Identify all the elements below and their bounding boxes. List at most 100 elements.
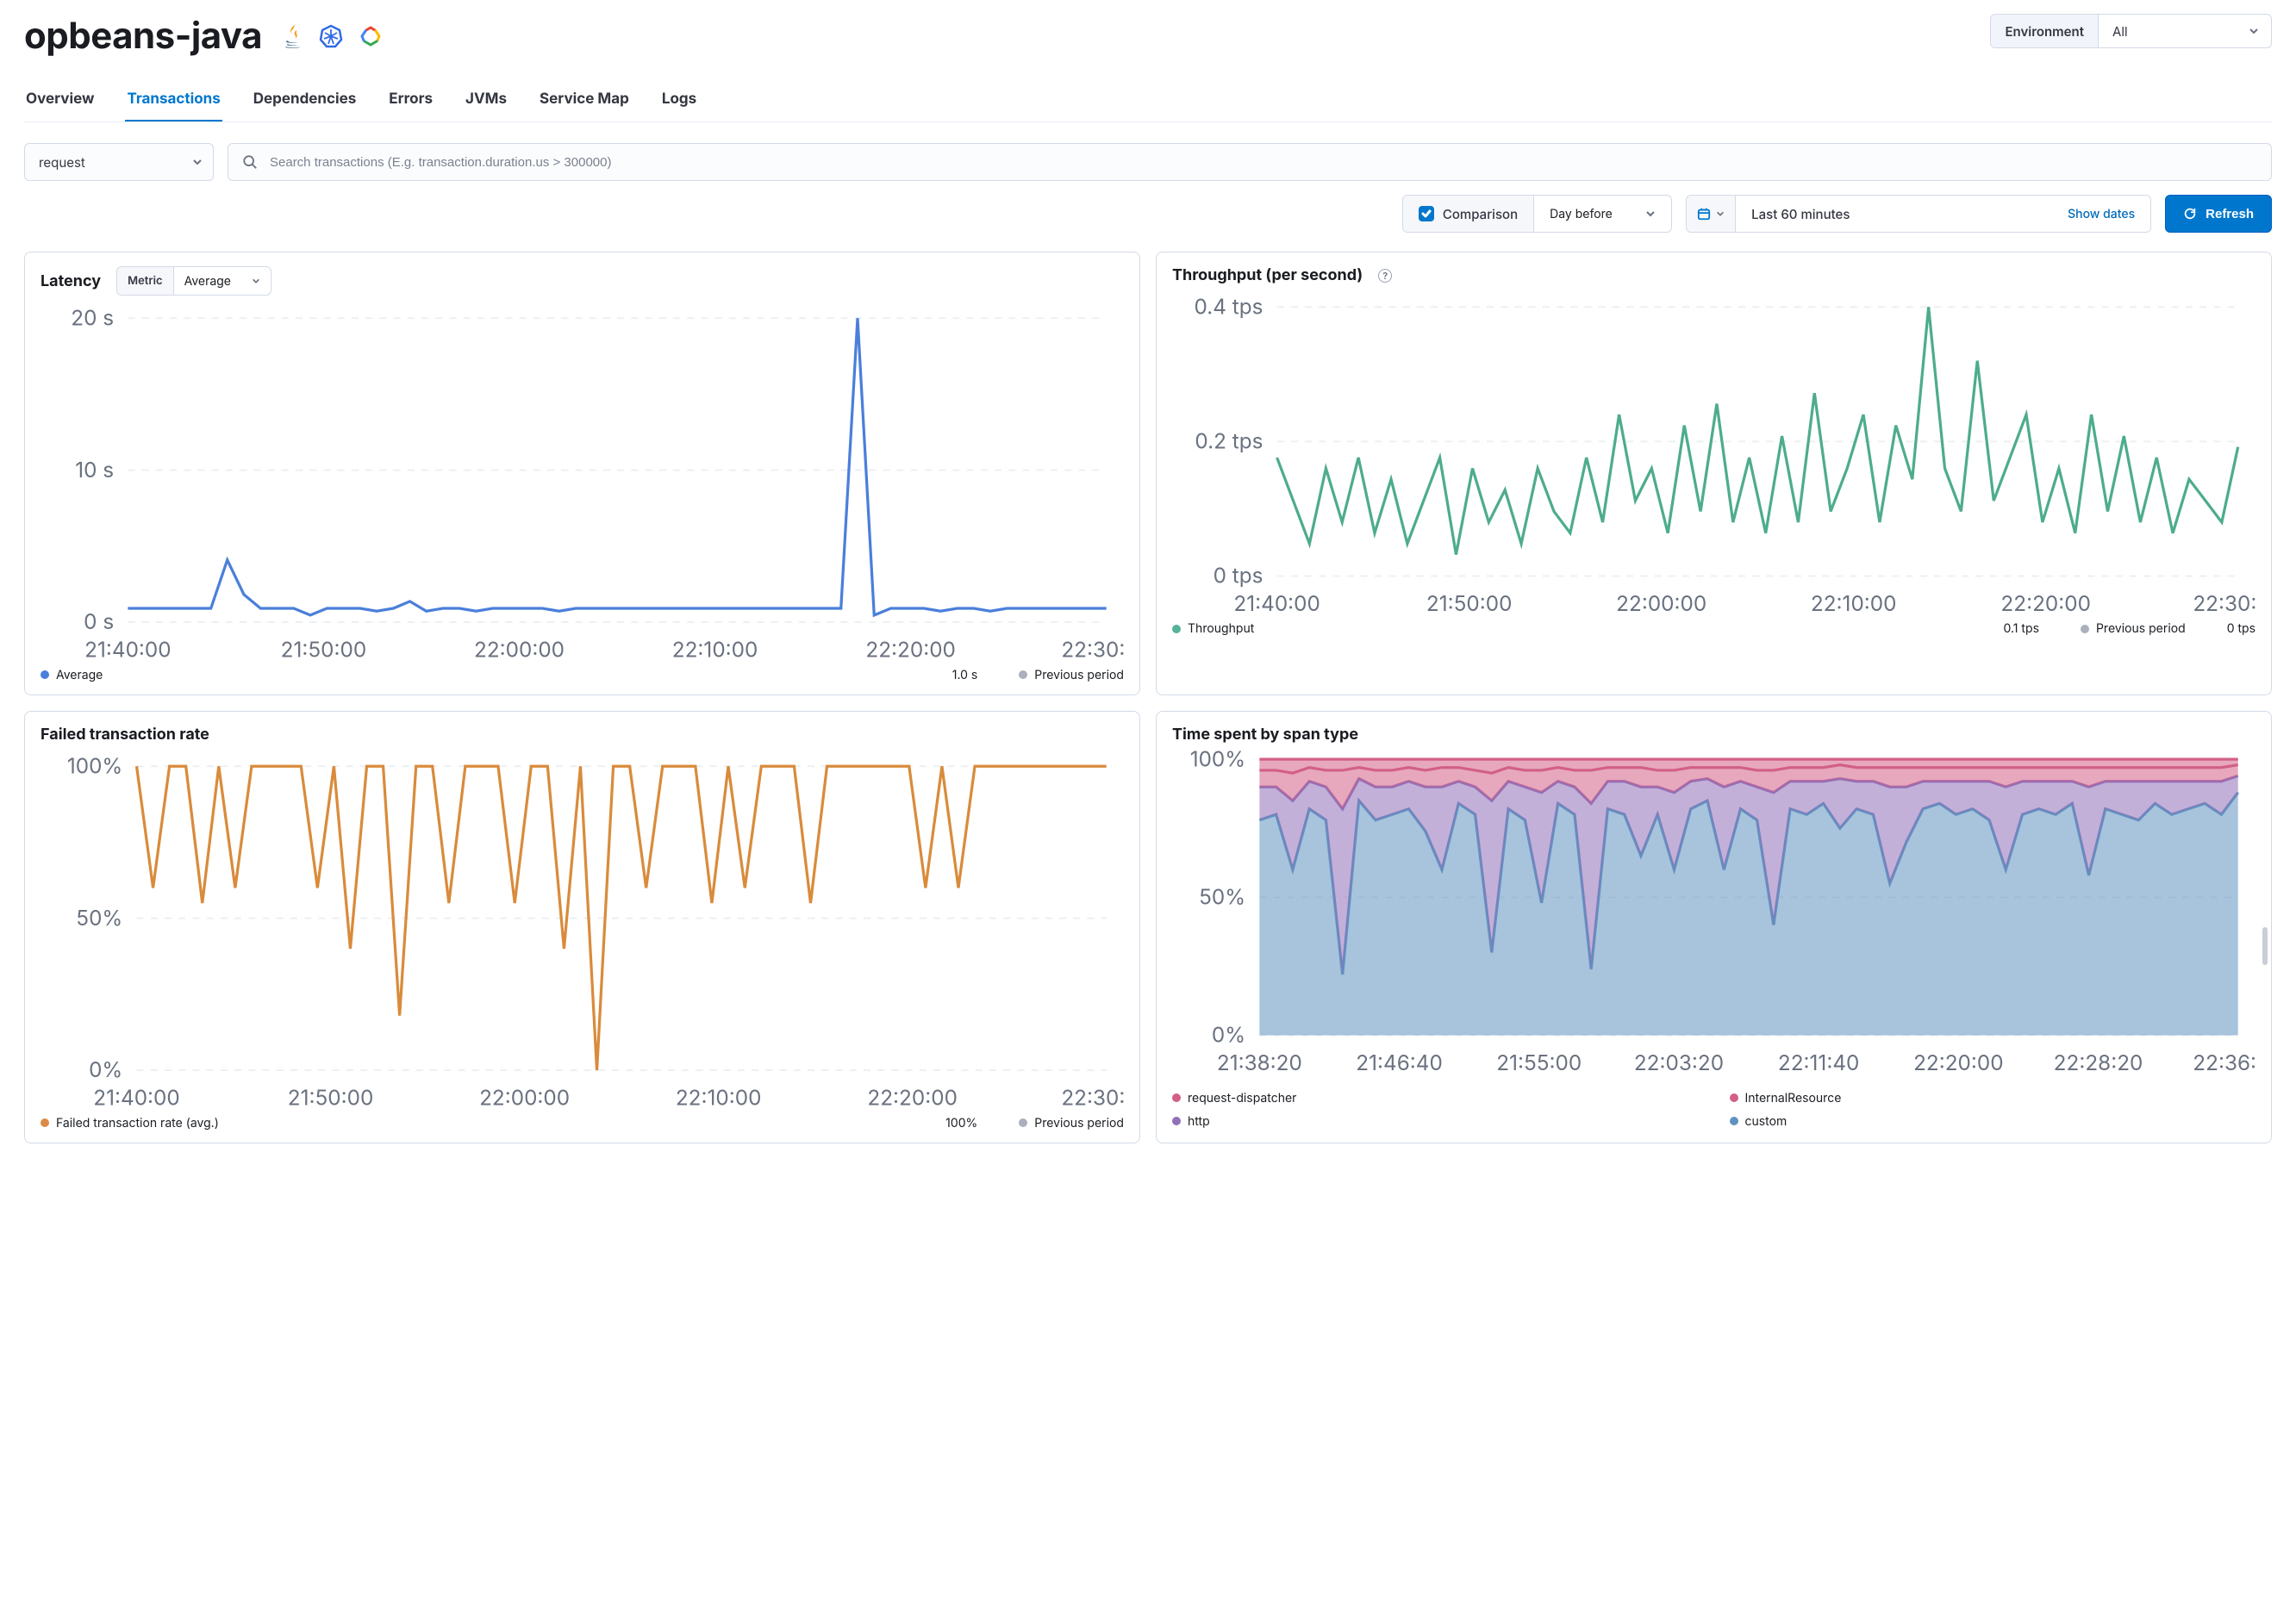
time-range-value: Last 60 minutes: [1751, 206, 2059, 222]
environment-label: Environment: [1991, 15, 2099, 47]
transaction-type-select[interactable]: request: [24, 143, 214, 181]
failed-title: Failed transaction rate: [41, 726, 209, 744]
failed-rate-chart[interactable]: 0%50%100%21:40:0021:50:0022:00:0022:10:0…: [41, 749, 1124, 1116]
show-dates-link[interactable]: Show dates: [2068, 207, 2135, 221]
legend-internal-resource[interactable]: InternalResource: [1730, 1091, 2256, 1106]
svg-text:21:50:00: 21:50:00: [1426, 590, 1513, 616]
svg-text:22:00:00: 22:00:00: [474, 637, 565, 663]
latency-metric-label: Metric: [117, 267, 174, 295]
tab-jvms[interactable]: JVMs: [464, 82, 508, 121]
kubernetes-icon: [319, 24, 343, 48]
throughput-chart[interactable]: 0 tps0.2 tps0.4 tps21:40:0021:50:0022:00…: [1172, 290, 2255, 621]
svg-text:22:36:40: 22:36:40: [2193, 1050, 2255, 1075]
legend-failed-value: 100%: [945, 1116, 977, 1131]
span-type-legend: request-dispatcher InternalResource http cu…: [1172, 1091, 2255, 1129]
environment-value: All: [2112, 23, 2128, 40]
legend-failed-prev[interactable]: Previous period: [1019, 1116, 1124, 1131]
span-type-title: Time spent by span type: [1172, 726, 1358, 744]
svg-text:50%: 50%: [76, 905, 122, 931]
comparison-control: Comparison Day before: [1402, 195, 1672, 233]
page-title: opbeans-java: [24, 14, 262, 58]
comparison-option: Day before: [1550, 207, 1613, 221]
environment-filter[interactable]: Environment All: [1990, 14, 2272, 48]
legend-latency-avg[interactable]: Average: [41, 668, 103, 682]
checkbox-checked-icon: [1419, 206, 1434, 221]
failed-rate-panel: Failed transaction rate 0% 50% 100% 21:40:0…: [24, 711, 1140, 1143]
span-type-chart[interactable]: 0%50%100%21:38:2021:46:4021:55:0022:03:2…: [1172, 749, 2255, 1081]
chevron-down-icon: [252, 277, 260, 285]
chevron-down-icon: [1716, 209, 1725, 218]
legend-throughput[interactable]: Throughput: [1172, 621, 1254, 636]
svg-text:22:03:20: 22:03:20: [1634, 1050, 1724, 1075]
legend-custom[interactable]: custom: [1730, 1114, 2256, 1129]
time-range-display[interactable]: Last 60 minutes Show dates: [1735, 196, 2150, 232]
throughput-title: Throughput (per second): [1172, 266, 1363, 284]
tab-overview[interactable]: Overview: [24, 82, 96, 121]
tab-logs[interactable]: Logs: [660, 82, 698, 121]
svg-text:21:40:00: 21:40:00: [93, 1084, 179, 1110]
latency-metric-select[interactable]: Metric Average: [116, 266, 271, 296]
svg-text:21:46:40: 21:46:40: [1356, 1050, 1443, 1075]
svg-text:100%: 100%: [1190, 749, 1245, 771]
svg-text:22:30:00: 22:30:00: [1061, 1084, 1124, 1110]
throughput-panel: Throughput (per second) ? 0 tps 0.2 tps 0.…: [1156, 252, 2272, 695]
svg-text:0%: 0%: [89, 1056, 122, 1082]
svg-text:22:30:00: 22:30:00: [1061, 637, 1124, 663]
time-range-quick-button[interactable]: [1687, 196, 1735, 232]
java-icon: [281, 23, 303, 49]
legend-request-dispatcher[interactable]: request-dispatcher: [1172, 1091, 1699, 1106]
svg-text:22:10:00: 22:10:00: [672, 637, 758, 663]
svg-text:21:40:00: 21:40:00: [1233, 590, 1320, 616]
refresh-button[interactable]: Refresh: [2165, 195, 2272, 233]
legend-latency-value: 1.0 s: [952, 668, 978, 682]
legend-latency-prev[interactable]: Previous period: [1019, 668, 1124, 682]
tab-dependencies[interactable]: Dependencies: [252, 82, 359, 121]
svg-text:22:20:00: 22:20:00: [865, 637, 956, 663]
time-range-control: Last 60 minutes Show dates: [1686, 195, 2151, 233]
svg-text:21:40:00: 21:40:00: [84, 637, 171, 663]
tab-servicemap[interactable]: Service Map: [538, 82, 631, 121]
legend-http[interactable]: http: [1172, 1114, 1699, 1129]
search-box[interactable]: [228, 143, 2272, 181]
legend-throughput-prev[interactable]: Previous period: [2081, 621, 2186, 636]
search-icon: [242, 154, 258, 170]
comparison-select[interactable]: Day before: [1533, 196, 1671, 232]
tab-transactions[interactable]: Transactions: [125, 82, 221, 121]
info-icon[interactable]: ?: [1378, 269, 1392, 283]
legend-failed[interactable]: Failed transaction rate (avg.): [41, 1116, 219, 1131]
svg-text:0.2 tps: 0.2 tps: [1195, 427, 1263, 453]
svg-text:0%: 0%: [1212, 1021, 1245, 1047]
svg-text:22:20:00: 22:20:00: [1913, 1050, 2004, 1075]
legend-throughput-prev-value: 0 tps: [2227, 621, 2255, 636]
search-input[interactable]: [268, 154, 2257, 171]
svg-text:22:28:20: 22:28:20: [2054, 1050, 2143, 1075]
tabs: Overview Transactions Dependencies Errors JV…: [24, 82, 2272, 122]
chevron-down-icon: [1645, 209, 1656, 219]
svg-text:21:38:20: 21:38:20: [1217, 1050, 1302, 1075]
svg-text:22:00:00: 22:00:00: [479, 1084, 570, 1110]
gcp-icon: [359, 25, 383, 47]
svg-text:22:20:00: 22:20:00: [2000, 590, 2091, 616]
latency-metric-value: Average: [184, 274, 231, 289]
svg-text:22:10:00: 22:10:00: [1811, 590, 1897, 616]
latency-panel: Latency Metric Average 0 s10 s20 s21:40:…: [24, 252, 1140, 695]
environment-select[interactable]: All: [2099, 15, 2271, 47]
svg-text:22:20:00: 22:20:00: [867, 1084, 958, 1110]
comparison-toggle[interactable]: Comparison: [1403, 196, 1533, 232]
svg-text:21:50:00: 21:50:00: [288, 1084, 374, 1110]
chevron-down-icon: [2249, 26, 2259, 36]
comparison-label: Comparison: [1443, 206, 1518, 222]
legend-throughput-value: 0.1 tps: [2003, 621, 2038, 636]
svg-text:21:55:00: 21:55:00: [1496, 1050, 1582, 1075]
svg-text:0.4 tps: 0.4 tps: [1194, 293, 1263, 319]
scrollbar-thumb[interactable]: [2262, 927, 2268, 965]
calendar-icon: [1697, 207, 1711, 221]
latency-chart[interactable]: 0 s10 s20 s21:40:0021:50:0022:00:0022:10…: [41, 301, 1124, 668]
span-type-panel: Time spent by span type 0%50%100%21:38:2…: [1156, 711, 2272, 1143]
svg-text:20 s: 20 s: [71, 304, 114, 330]
svg-text:22:11:40: 22:11:40: [1778, 1050, 1859, 1075]
svg-text:100%: 100%: [67, 752, 122, 778]
tab-errors[interactable]: Errors: [387, 82, 434, 121]
refresh-icon: [2183, 207, 2197, 221]
refresh-label: Refresh: [2206, 207, 2254, 221]
